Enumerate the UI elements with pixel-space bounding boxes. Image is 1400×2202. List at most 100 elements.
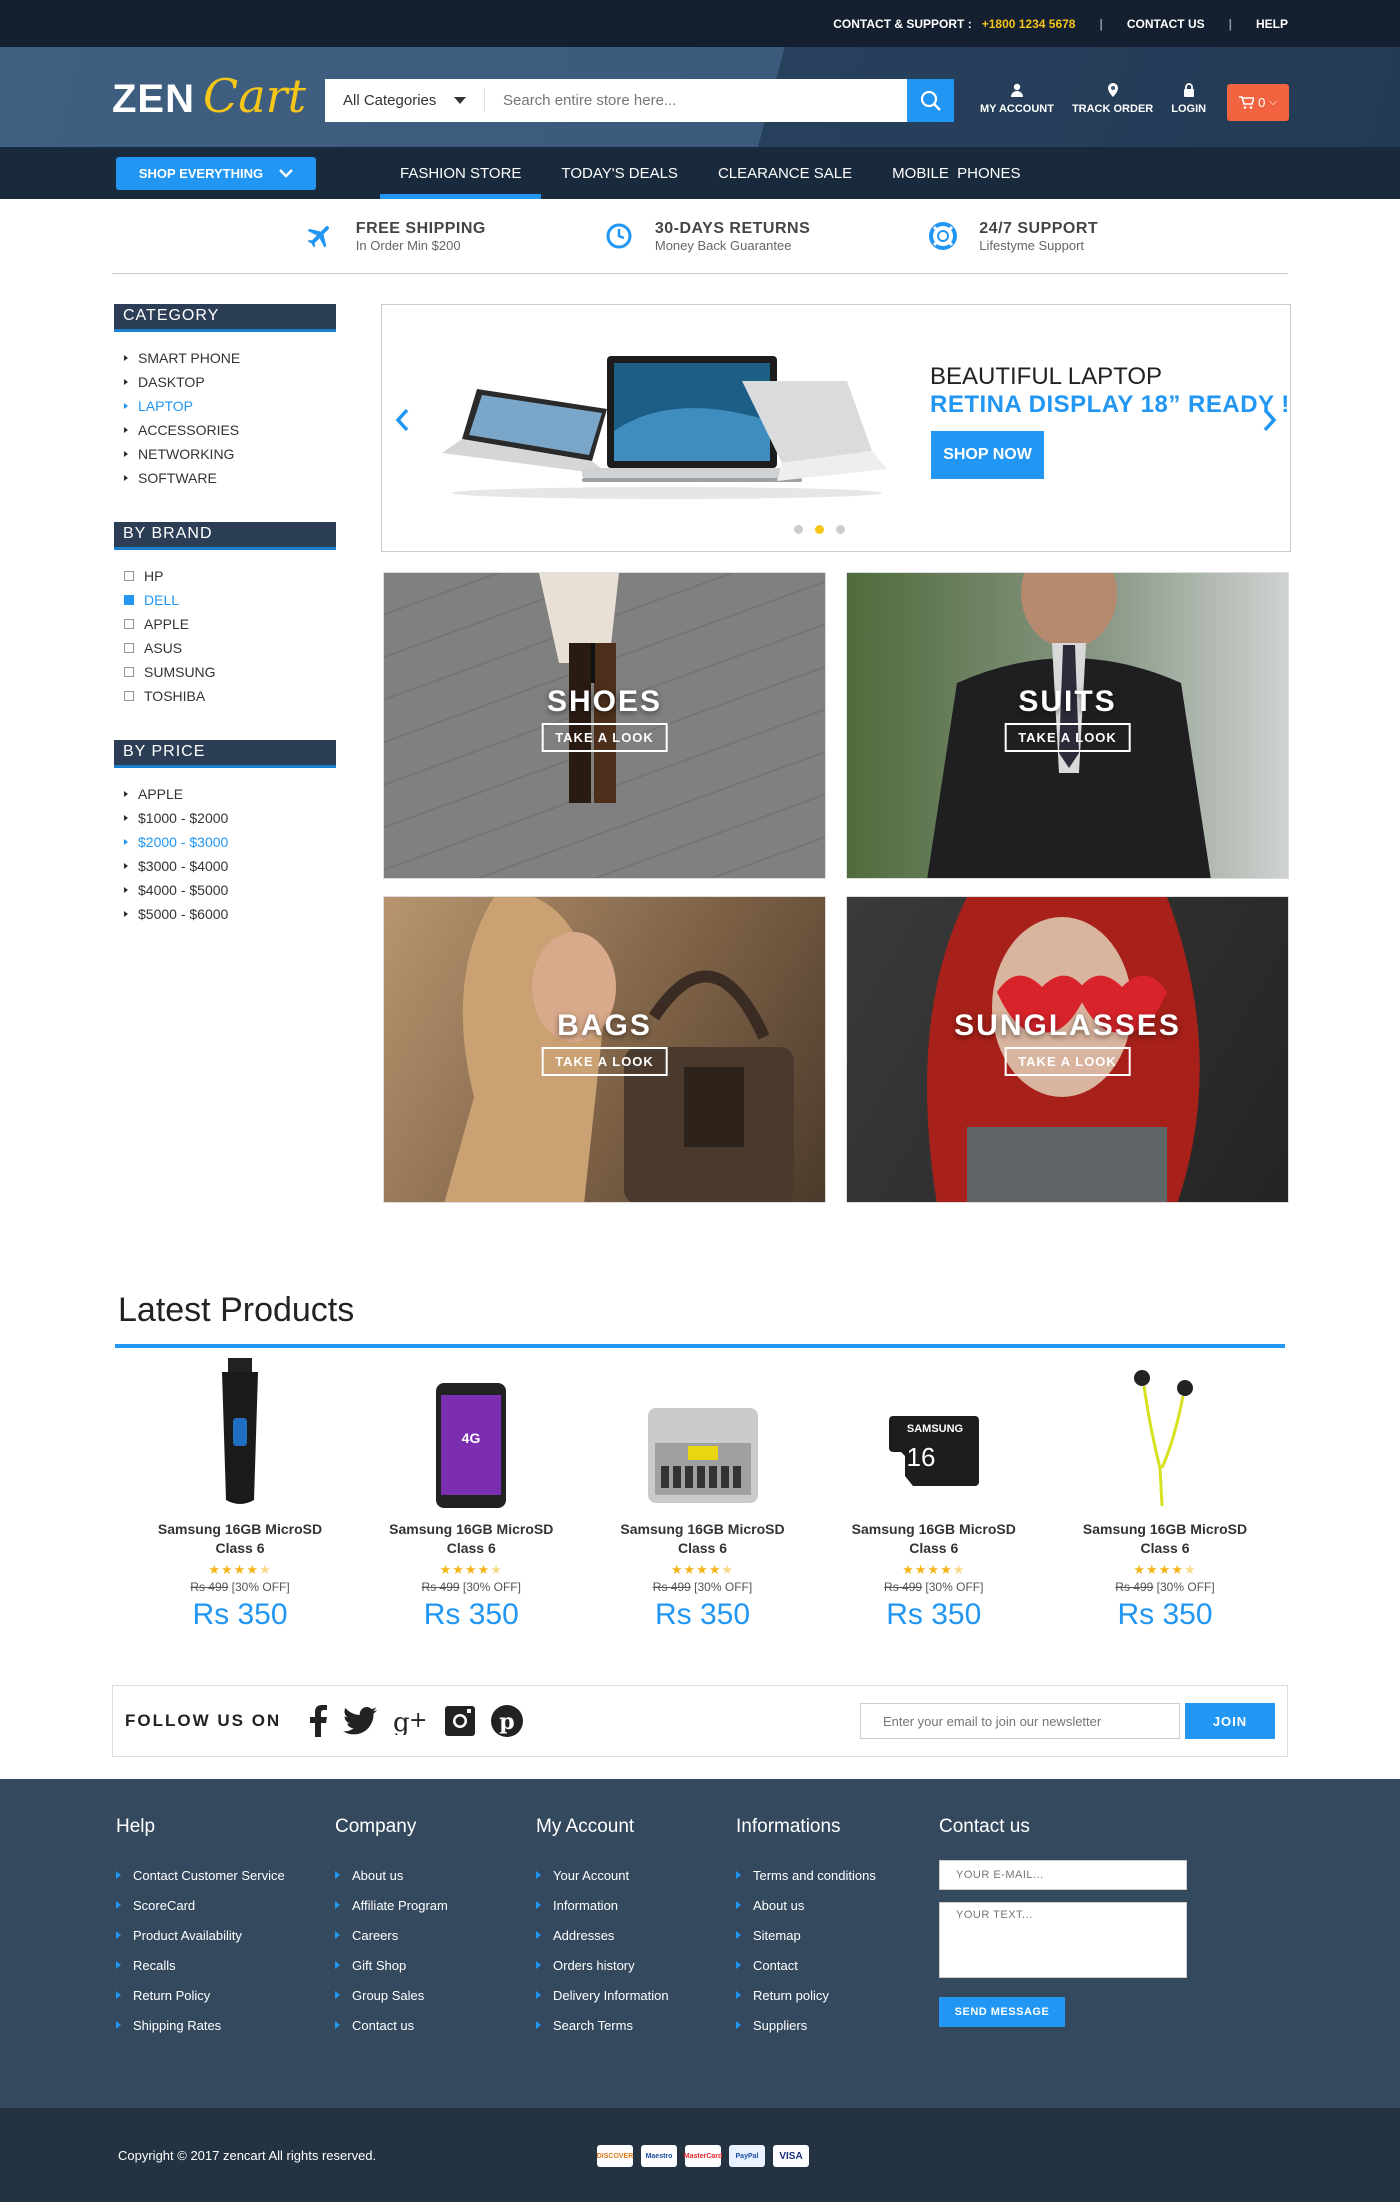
category-tile-bags[interactable]: BAGS TAKE A LOOK (383, 896, 826, 1203)
take-a-look-button[interactable]: TAKE A LOOK (1004, 1047, 1131, 1076)
product-list: Samsung 16GB MicroSD Class 6 ★★★★★ Rs 49… (115, 1348, 1285, 1632)
take-a-look-button[interactable]: TAKE A LOOK (1004, 723, 1131, 752)
brand-item[interactable]: HP (124, 564, 336, 588)
product-card[interactable]: 4G Samsung 16GB MicroSD Class 6 ★★★★★ Rs… (376, 1368, 566, 1632)
twitter-icon[interactable] (343, 1707, 378, 1735)
cart-button[interactable]: 0 ⌵ (1227, 84, 1289, 121)
footer-link[interactable]: Terms and conditions (736, 1860, 876, 1890)
track-order-link[interactable]: TRACK ORDER (1072, 83, 1153, 115)
brand-item[interactable]: APPLE (124, 612, 336, 636)
instagram-icon[interactable] (445, 1706, 476, 1736)
category-item[interactable]: DASKTOP (124, 370, 336, 394)
footer-link[interactable]: About us (736, 1890, 876, 1920)
price-item[interactable]: $5000 - $6000 (124, 902, 336, 926)
footer-link[interactable]: Search Terms (536, 2010, 669, 2040)
footer-link[interactable]: Contact (736, 1950, 876, 1980)
checkbox[interactable] (124, 571, 134, 581)
google-plus-icon[interactable]: g + (393, 1707, 429, 1735)
category-tile-sunglasses[interactable]: SUNGLASSES TAKE A LOOK (846, 896, 1289, 1203)
footer-link[interactable]: Orders history (536, 1950, 669, 1980)
contact-text-input[interactable] (939, 1902, 1187, 1978)
my-account-link[interactable]: MY ACCOUNT (980, 83, 1054, 115)
footer-link[interactable]: Contact us (335, 2010, 448, 2040)
footer-link[interactable]: Suppliers (736, 2010, 876, 2040)
product-name[interactable]: Samsung 16GB MicroSD Class 6 (1070, 1520, 1260, 1558)
product-card[interactable]: SAMSUNG 16 Samsung 16GB MicroSD Class 6 ★… (839, 1368, 1029, 1632)
facebook-icon[interactable] (309, 1705, 328, 1737)
category-item[interactable]: ACCESSORIES (124, 418, 336, 442)
price-item[interactable]: $1000 - $2000 (124, 806, 336, 830)
footer-link[interactable]: ScoreCard (116, 1890, 285, 1920)
checkbox[interactable] (124, 619, 134, 629)
product-card[interactable]: Samsung 16GB MicroSD Class 6 ★★★★★ Rs 49… (608, 1368, 798, 1632)
footer-link[interactable]: Contact Customer Service (116, 1860, 285, 1890)
pinterest-icon[interactable]: p (491, 1705, 524, 1737)
brand-item[interactable]: ASUS (124, 636, 336, 660)
footer-link[interactable]: Group Sales (335, 1980, 448, 2010)
login-link[interactable]: LOGIN (1171, 83, 1206, 115)
category-select[interactable]: All Categories (325, 89, 485, 112)
price-item[interactable]: $4000 - $5000 (124, 878, 336, 902)
brand-item[interactable]: SUMSUNG (124, 660, 336, 684)
newsletter-email-input[interactable] (860, 1703, 1180, 1739)
category-item[interactable]: SOFTWARE (124, 466, 336, 490)
category-tile-shoes[interactable]: SHOES TAKE A LOOK (383, 572, 826, 879)
footer-link[interactable]: Return Policy (116, 1980, 285, 2010)
contact-us-link[interactable]: CONTACT US (1127, 17, 1205, 31)
footer-link[interactable]: Shipping Rates (116, 2010, 285, 2040)
price-item[interactable]: APPLE (124, 782, 336, 806)
slide-dot[interactable] (794, 525, 803, 534)
category-item[interactable]: NETWORKING (124, 442, 336, 466)
product-card[interactable]: Samsung 16GB MicroSD Class 6 ★★★★★ Rs 49… (1070, 1368, 1260, 1632)
footer-link[interactable]: Careers (335, 1920, 448, 1950)
footer-link[interactable]: Your Account (536, 1860, 669, 1890)
footer-link[interactable]: Recalls (116, 1950, 285, 1980)
search-input[interactable] (485, 79, 907, 122)
footer-link[interactable]: Product Availability (116, 1920, 285, 1950)
product-name[interactable]: Samsung 16GB MicroSD Class 6 (608, 1520, 798, 1558)
price-item[interactable]: $3000 - $4000 (124, 854, 336, 878)
slide-dot[interactable] (836, 525, 845, 534)
footer-link[interactable]: Return policy (736, 1980, 876, 2010)
help-link[interactable]: HELP (1256, 17, 1288, 31)
take-a-look-button[interactable]: TAKE A LOOK (541, 1047, 668, 1076)
search-button[interactable] (907, 79, 954, 122)
footer-link[interactable]: About us (335, 1860, 448, 1890)
brand-item[interactable]: TOSHIBA (124, 684, 336, 708)
shop-now-button[interactable]: SHOP NOW (931, 431, 1044, 479)
category-tile-suits[interactable]: SUITS TAKE A LOOK (846, 572, 1289, 879)
checkbox[interactable] (124, 595, 134, 605)
checkbox[interactable] (124, 691, 134, 701)
checkbox[interactable] (124, 667, 134, 677)
product-name[interactable]: Samsung 16GB MicroSD Class 6 (145, 1520, 335, 1558)
nav-fashion-store[interactable]: FASHION STORE (380, 147, 542, 199)
support-phone[interactable]: +1800 1234 5678 (982, 17, 1076, 31)
category-item[interactable]: SMART PHONE (124, 346, 336, 370)
shop-everything-button[interactable]: SHOP EVERYTHING (116, 157, 316, 190)
discount: [30% OFF] (694, 1580, 753, 1594)
contact-email-input[interactable] (939, 1860, 1187, 1890)
slide-dot-active[interactable] (815, 525, 824, 534)
footer-link[interactable]: Delivery Information (536, 1980, 669, 2010)
checkbox[interactable] (124, 643, 134, 653)
product-name[interactable]: Samsung 16GB MicroSD Class 6 (376, 1520, 566, 1558)
prev-slide-button[interactable] (392, 405, 412, 435)
send-message-button[interactable]: SEND MESSAGE (939, 1997, 1065, 2027)
take-a-look-button[interactable]: TAKE A LOOK (541, 723, 668, 752)
category-item[interactable]: LAPTOP (124, 394, 336, 418)
price-item[interactable]: $2000 - $3000 (124, 830, 336, 854)
join-button[interactable]: JOIN (1185, 1703, 1275, 1739)
product-card[interactable]: Samsung 16GB MicroSD Class 6 ★★★★★ Rs 49… (145, 1358, 335, 1632)
nav-mobile-phones[interactable]: MOBILE PHONES (872, 147, 1040, 199)
next-slide-button[interactable] (1260, 405, 1280, 435)
footer-link[interactable]: Addresses (536, 1920, 669, 1950)
logo[interactable]: ZEN Cart (112, 69, 306, 123)
product-name[interactable]: Samsung 16GB MicroSD Class 6 (839, 1520, 1029, 1558)
footer-link[interactable]: Sitemap (736, 1920, 876, 1950)
brand-item[interactable]: DELL (124, 588, 336, 612)
footer-link[interactable]: Gift Shop (335, 1950, 448, 1980)
nav-clearance-sale[interactable]: CLEARANCE SALE (698, 147, 872, 199)
footer-link[interactable]: Affiliate Program (335, 1890, 448, 1920)
footer-link[interactable]: Information (536, 1890, 669, 1920)
nav-todays-deals[interactable]: TODAY'S DEALS (541, 147, 698, 199)
